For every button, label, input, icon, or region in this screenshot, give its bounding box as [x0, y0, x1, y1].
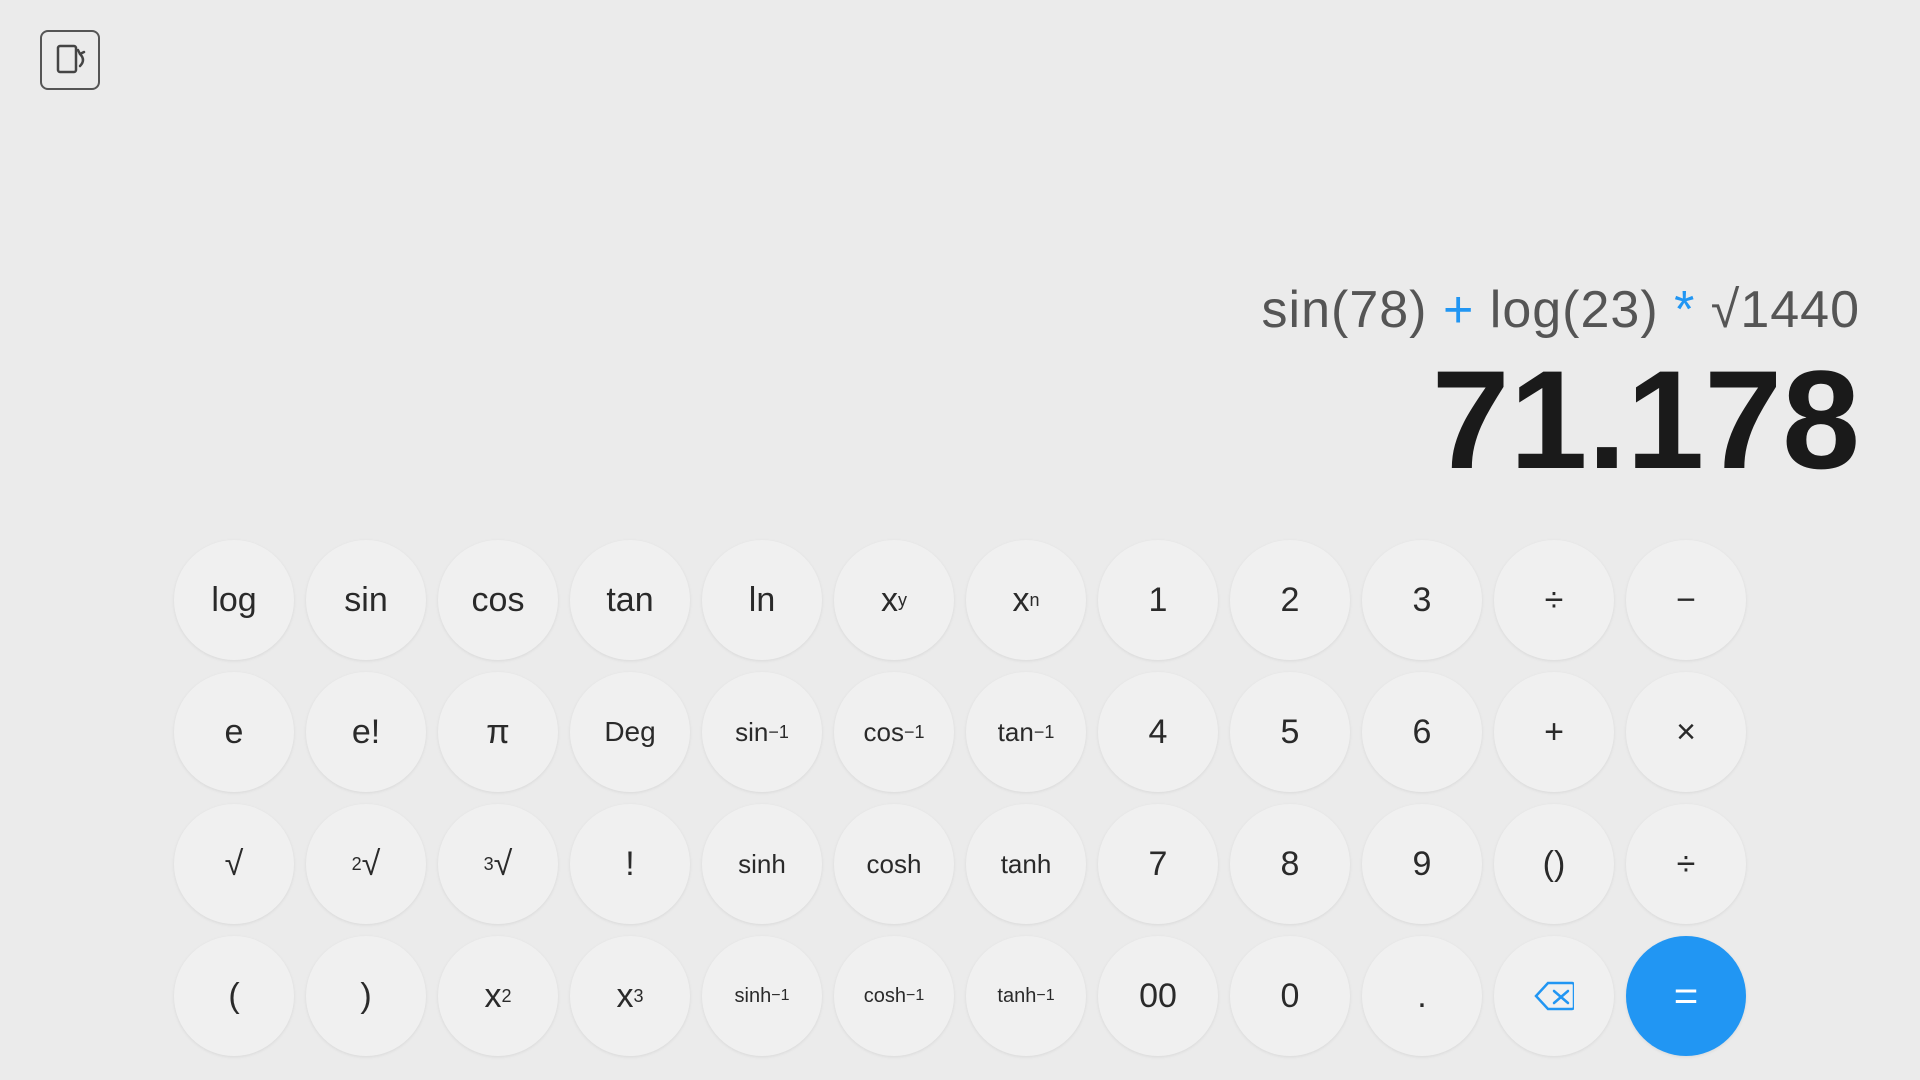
one-btn[interactable]: 1: [1098, 540, 1218, 660]
result-display: 71.178: [1432, 350, 1860, 490]
xcube-btn[interactable]: x3: [570, 936, 690, 1056]
rparen-btn[interactable]: ): [306, 936, 426, 1056]
key-row-0: logsincostanlnxyxn123÷−: [24, 540, 1896, 660]
pi-btn[interactable]: π: [438, 672, 558, 792]
sin-btn[interactable]: sin: [306, 540, 426, 660]
dot-btn[interactable]: .: [1362, 936, 1482, 1056]
cosh-btn[interactable]: cosh: [834, 804, 954, 924]
seven-btn[interactable]: 7: [1098, 804, 1218, 924]
tanh-btn[interactable]: tanh: [966, 804, 1086, 924]
five-btn[interactable]: 5: [1230, 672, 1350, 792]
cos-btn[interactable]: cos: [438, 540, 558, 660]
four-btn[interactable]: 4: [1098, 672, 1218, 792]
e-btn[interactable]: e: [174, 672, 294, 792]
sqrt3-btn[interactable]: 3√: [438, 804, 558, 924]
atanh-btn[interactable]: tanh−1: [966, 936, 1086, 1056]
asin-btn[interactable]: sin−1: [702, 672, 822, 792]
sinh-btn[interactable]: sinh: [702, 804, 822, 924]
parens-btn[interactable]: (): [1494, 804, 1614, 924]
expr-plus: +: [1443, 281, 1490, 339]
efact-btn[interactable]: e!: [306, 672, 426, 792]
rotate-icon[interactable]: [40, 30, 100, 90]
nine-btn[interactable]: 9: [1362, 804, 1482, 924]
acos-btn[interactable]: cos−1: [834, 672, 954, 792]
display-area: sin(78) + log(23) * √1440 71.178: [0, 0, 1920, 520]
expr-log: log(23): [1490, 281, 1674, 339]
lparen-btn[interactable]: (: [174, 936, 294, 1056]
divide-btn[interactable]: ÷: [1626, 804, 1746, 924]
divide-icon-btn[interactable]: ÷: [1494, 540, 1614, 660]
ln-btn[interactable]: ln: [702, 540, 822, 660]
sqrt2-btn[interactable]: 2√: [306, 804, 426, 924]
three-btn[interactable]: 3: [1362, 540, 1482, 660]
tan-btn[interactable]: tan: [570, 540, 690, 660]
xsq-btn[interactable]: x2: [438, 936, 558, 1056]
two-btn[interactable]: 2: [1230, 540, 1350, 660]
zero-btn[interactable]: 0: [1230, 936, 1350, 1056]
xn-btn[interactable]: xn: [966, 540, 1086, 660]
doublezero-btn[interactable]: 00: [1098, 936, 1218, 1056]
backspace-btn[interactable]: [1494, 936, 1614, 1056]
eight-btn[interactable]: 8: [1230, 804, 1350, 924]
keypad: logsincostanlnxyxn123÷−ee!πDegsin−1cos−1…: [0, 520, 1920, 1080]
key-row-1: ee!πDegsin−1cos−1tan−1456+×: [24, 672, 1896, 792]
atan-btn[interactable]: tan−1: [966, 672, 1086, 792]
expr-times: *: [1674, 281, 1711, 339]
minus-btn[interactable]: −: [1626, 540, 1746, 660]
equals-btn[interactable]: =: [1626, 936, 1746, 1056]
multiply-btn[interactable]: ×: [1626, 672, 1746, 792]
key-row-2: √2√3√!sinhcoshtanh789()÷: [24, 804, 1896, 924]
sqrt-btn[interactable]: √: [174, 804, 294, 924]
expression-display: sin(78) + log(23) * √1440: [1262, 280, 1860, 340]
six-btn[interactable]: 6: [1362, 672, 1482, 792]
plus-btn[interactable]: +: [1494, 672, 1614, 792]
expr-sin: sin(78): [1262, 281, 1443, 339]
xy-btn[interactable]: xy: [834, 540, 954, 660]
log-btn[interactable]: log: [174, 540, 294, 660]
asinh-btn[interactable]: sinh−1: [702, 936, 822, 1056]
deg-btn[interactable]: Deg: [570, 672, 690, 792]
expr-sqrt: √1440: [1711, 281, 1860, 339]
key-row-3: ()x2x3sinh−1cosh−1tanh−1000. =: [24, 936, 1896, 1056]
acosh-btn[interactable]: cosh−1: [834, 936, 954, 1056]
factorial-btn[interactable]: !: [570, 804, 690, 924]
